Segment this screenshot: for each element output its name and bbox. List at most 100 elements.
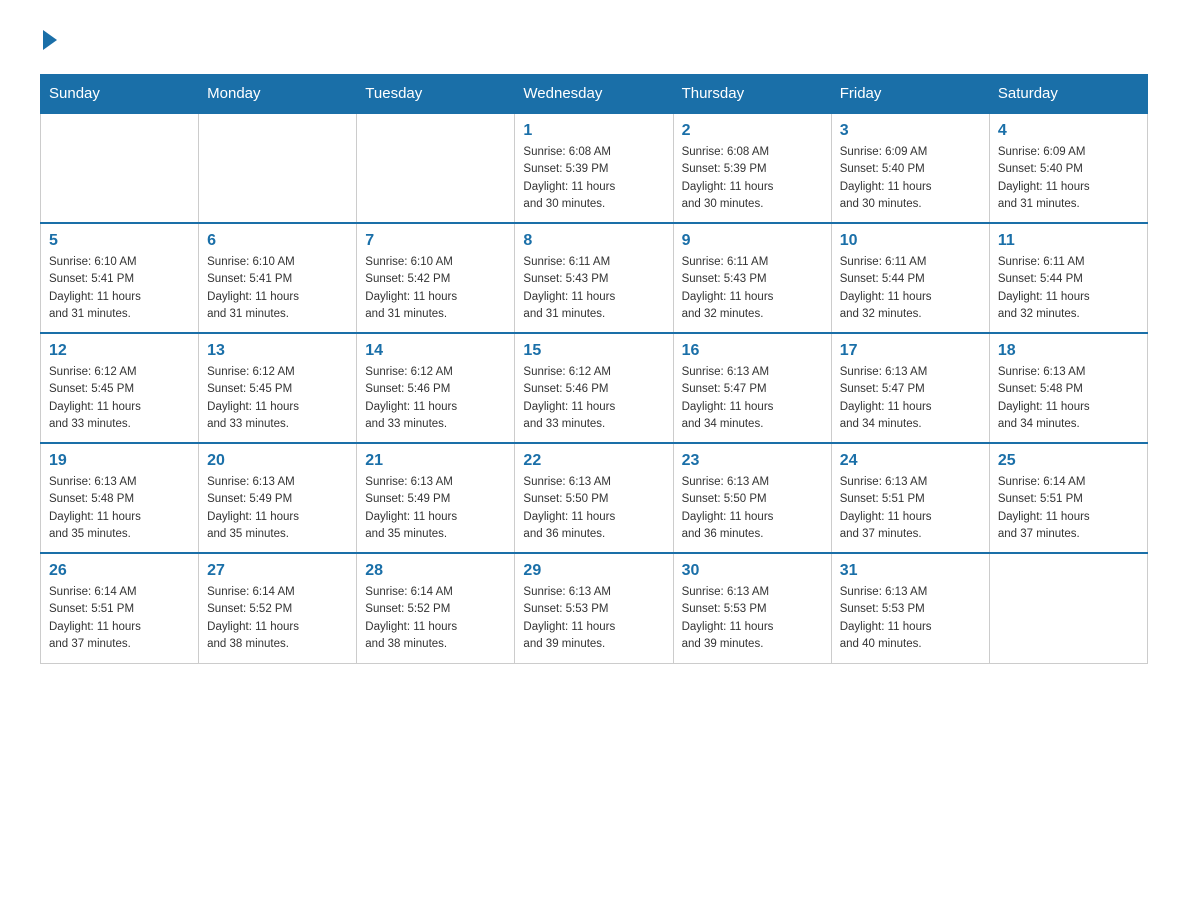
day-number: 5 (49, 232, 190, 250)
day-number: 20 (207, 452, 348, 470)
day-info: Sunrise: 6:08 AM Sunset: 5:39 PM Dayligh… (523, 144, 664, 213)
calendar-cell: 17 Sunrise: 6:13 AM Sunset: 5:47 PM Dayli… (831, 333, 989, 443)
day-info: Sunrise: 6:13 AM Sunset: 5:50 PM Dayligh… (523, 474, 664, 543)
day-info: Sunrise: 6:10 AM Sunset: 5:42 PM Dayligh… (365, 254, 506, 323)
calendar-cell: 1 Sunrise: 6:08 AM Sunset: 5:39 PM Daylig… (515, 113, 673, 223)
day-number: 28 (365, 562, 506, 580)
day-info: Sunrise: 6:09 AM Sunset: 5:40 PM Dayligh… (840, 144, 981, 213)
day-number: 11 (998, 232, 1139, 250)
day-number: 6 (207, 232, 348, 250)
calendar-cell: 28 Sunrise: 6:14 AM Sunset: 5:52 PM Dayli… (357, 553, 515, 663)
day-number: 26 (49, 562, 190, 580)
day-number: 31 (840, 562, 981, 580)
weekday-header-thursday: Thursday (673, 75, 831, 114)
day-info: Sunrise: 6:11 AM Sunset: 5:43 PM Dayligh… (682, 254, 823, 323)
week-row-3: 12 Sunrise: 6:12 AM Sunset: 5:45 PM Dayli… (41, 333, 1148, 443)
day-number: 18 (998, 342, 1139, 360)
day-info: Sunrise: 6:14 AM Sunset: 5:52 PM Dayligh… (365, 584, 506, 653)
weekday-header-sunday: Sunday (41, 75, 199, 114)
calendar-cell: 24Sunrise: 6:13 AM Sunset: 5:51 PM Dayli… (831, 443, 989, 553)
calendar-cell (199, 113, 357, 223)
calendar-cell: 29 Sunrise: 6:13 AM Sunset: 5:53 PM Dayli… (515, 553, 673, 663)
weekday-header-wednesday: Wednesday (515, 75, 673, 114)
day-number: 2 (682, 122, 823, 140)
week-row-5: 26 Sunrise: 6:14 AM Sunset: 5:51 PM Dayli… (41, 553, 1148, 663)
day-info: Sunrise: 6:13 AM Sunset: 5:50 PM Dayligh… (682, 474, 823, 543)
day-number: 1 (523, 122, 664, 140)
day-number: 29 (523, 562, 664, 580)
calendar-cell: 26 Sunrise: 6:14 AM Sunset: 5:51 PM Dayli… (41, 553, 199, 663)
calendar-cell (989, 553, 1147, 663)
calendar-cell: 16Sunrise: 6:13 AM Sunset: 5:47 PM Dayli… (673, 333, 831, 443)
calendar-cell: 19 Sunrise: 6:13 AM Sunset: 5:48 PM Dayli… (41, 443, 199, 553)
day-info: Sunrise: 6:11 AM Sunset: 5:44 PM Dayligh… (840, 254, 981, 323)
day-number: 21 (365, 452, 506, 470)
day-info: Sunrise: 6:13 AM Sunset: 5:47 PM Dayligh… (840, 364, 981, 433)
weekday-header-tuesday: Tuesday (357, 75, 515, 114)
day-number: 30 (682, 562, 823, 580)
day-number: 22 (523, 452, 664, 470)
calendar-cell (41, 113, 199, 223)
day-info: Sunrise: 6:09 AM Sunset: 5:40 PM Dayligh… (998, 144, 1139, 213)
day-info: Sunrise: 6:13 AM Sunset: 5:51 PM Dayligh… (840, 474, 981, 543)
day-info: Sunrise: 6:14 AM Sunset: 5:52 PM Dayligh… (207, 584, 348, 653)
weekday-header-saturday: Saturday (989, 75, 1147, 114)
day-number: 8 (523, 232, 664, 250)
day-info: Sunrise: 6:13 AM Sunset: 5:49 PM Dayligh… (365, 474, 506, 543)
day-number: 25 (998, 452, 1139, 470)
day-info: Sunrise: 6:14 AM Sunset: 5:51 PM Dayligh… (998, 474, 1139, 543)
calendar-cell: 9 Sunrise: 6:11 AM Sunset: 5:43 PM Daylig… (673, 223, 831, 333)
logo-arrow-icon (43, 30, 57, 50)
calendar-cell: 7 Sunrise: 6:10 AM Sunset: 5:42 PM Daylig… (357, 223, 515, 333)
day-info: Sunrise: 6:12 AM Sunset: 5:46 PM Dayligh… (365, 364, 506, 433)
day-info: Sunrise: 6:13 AM Sunset: 5:48 PM Dayligh… (49, 474, 190, 543)
weekday-header-monday: Monday (199, 75, 357, 114)
day-info: Sunrise: 6:13 AM Sunset: 5:53 PM Dayligh… (840, 584, 981, 653)
day-number: 4 (998, 122, 1139, 140)
calendar-cell: 20 Sunrise: 6:13 AM Sunset: 5:49 PM Dayli… (199, 443, 357, 553)
day-number: 17 (840, 342, 981, 360)
day-info: Sunrise: 6:11 AM Sunset: 5:43 PM Dayligh… (523, 254, 664, 323)
calendar-cell: 6 Sunrise: 6:10 AM Sunset: 5:41 PM Daylig… (199, 223, 357, 333)
calendar-cell: 15 Sunrise: 6:12 AM Sunset: 5:46 PM Dayli… (515, 333, 673, 443)
page-header (40, 30, 1148, 54)
calendar-cell: 11 Sunrise: 6:11 AM Sunset: 5:44 PM Dayli… (989, 223, 1147, 333)
day-info: Sunrise: 6:12 AM Sunset: 5:45 PM Dayligh… (207, 364, 348, 433)
calendar-cell: 23Sunrise: 6:13 AM Sunset: 5:50 PM Dayli… (673, 443, 831, 553)
week-row-2: 5 Sunrise: 6:10 AM Sunset: 5:41 PM Daylig… (41, 223, 1148, 333)
logo (40, 30, 57, 54)
day-number: 7 (365, 232, 506, 250)
day-info: Sunrise: 6:11 AM Sunset: 5:44 PM Dayligh… (998, 254, 1139, 323)
day-number: 9 (682, 232, 823, 250)
calendar-cell: 5 Sunrise: 6:10 AM Sunset: 5:41 PM Daylig… (41, 223, 199, 333)
calendar-header-row: SundayMondayTuesdayWednesdayThursdayFrid… (41, 75, 1148, 114)
day-info: Sunrise: 6:12 AM Sunset: 5:46 PM Dayligh… (523, 364, 664, 433)
day-info: Sunrise: 6:10 AM Sunset: 5:41 PM Dayligh… (207, 254, 348, 323)
day-info: Sunrise: 6:10 AM Sunset: 5:41 PM Dayligh… (49, 254, 190, 323)
calendar-table: SundayMondayTuesdayWednesdayThursdayFrid… (40, 74, 1148, 664)
weekday-header-friday: Friday (831, 75, 989, 114)
day-number: 12 (49, 342, 190, 360)
day-number: 10 (840, 232, 981, 250)
calendar-cell: 27 Sunrise: 6:14 AM Sunset: 5:52 PM Dayli… (199, 553, 357, 663)
calendar-cell: 21 Sunrise: 6:13 AM Sunset: 5:49 PM Dayli… (357, 443, 515, 553)
day-info: Sunrise: 6:12 AM Sunset: 5:45 PM Dayligh… (49, 364, 190, 433)
calendar-cell (357, 113, 515, 223)
day-number: 3 (840, 122, 981, 140)
calendar-cell: 14Sunrise: 6:12 AM Sunset: 5:46 PM Dayli… (357, 333, 515, 443)
calendar-cell: 10 Sunrise: 6:11 AM Sunset: 5:44 PM Dayli… (831, 223, 989, 333)
day-number: 15 (523, 342, 664, 360)
calendar-cell: 18Sunrise: 6:13 AM Sunset: 5:48 PM Dayli… (989, 333, 1147, 443)
calendar-cell: 22 Sunrise: 6:13 AM Sunset: 5:50 PM Dayli… (515, 443, 673, 553)
calendar-cell: 25 Sunrise: 6:14 AM Sunset: 5:51 PM Dayli… (989, 443, 1147, 553)
calendar-cell: 30Sunrise: 6:13 AM Sunset: 5:53 PM Dayli… (673, 553, 831, 663)
week-row-4: 19 Sunrise: 6:13 AM Sunset: 5:48 PM Dayli… (41, 443, 1148, 553)
day-number: 16 (682, 342, 823, 360)
calendar-cell: 12 Sunrise: 6:12 AM Sunset: 5:45 PM Dayli… (41, 333, 199, 443)
day-info: Sunrise: 6:13 AM Sunset: 5:53 PM Dayligh… (523, 584, 664, 653)
day-number: 19 (49, 452, 190, 470)
day-info: Sunrise: 6:13 AM Sunset: 5:49 PM Dayligh… (207, 474, 348, 543)
calendar-cell: 2Sunrise: 6:08 AM Sunset: 5:39 PM Daylig… (673, 113, 831, 223)
day-number: 27 (207, 562, 348, 580)
day-info: Sunrise: 6:14 AM Sunset: 5:51 PM Dayligh… (49, 584, 190, 653)
